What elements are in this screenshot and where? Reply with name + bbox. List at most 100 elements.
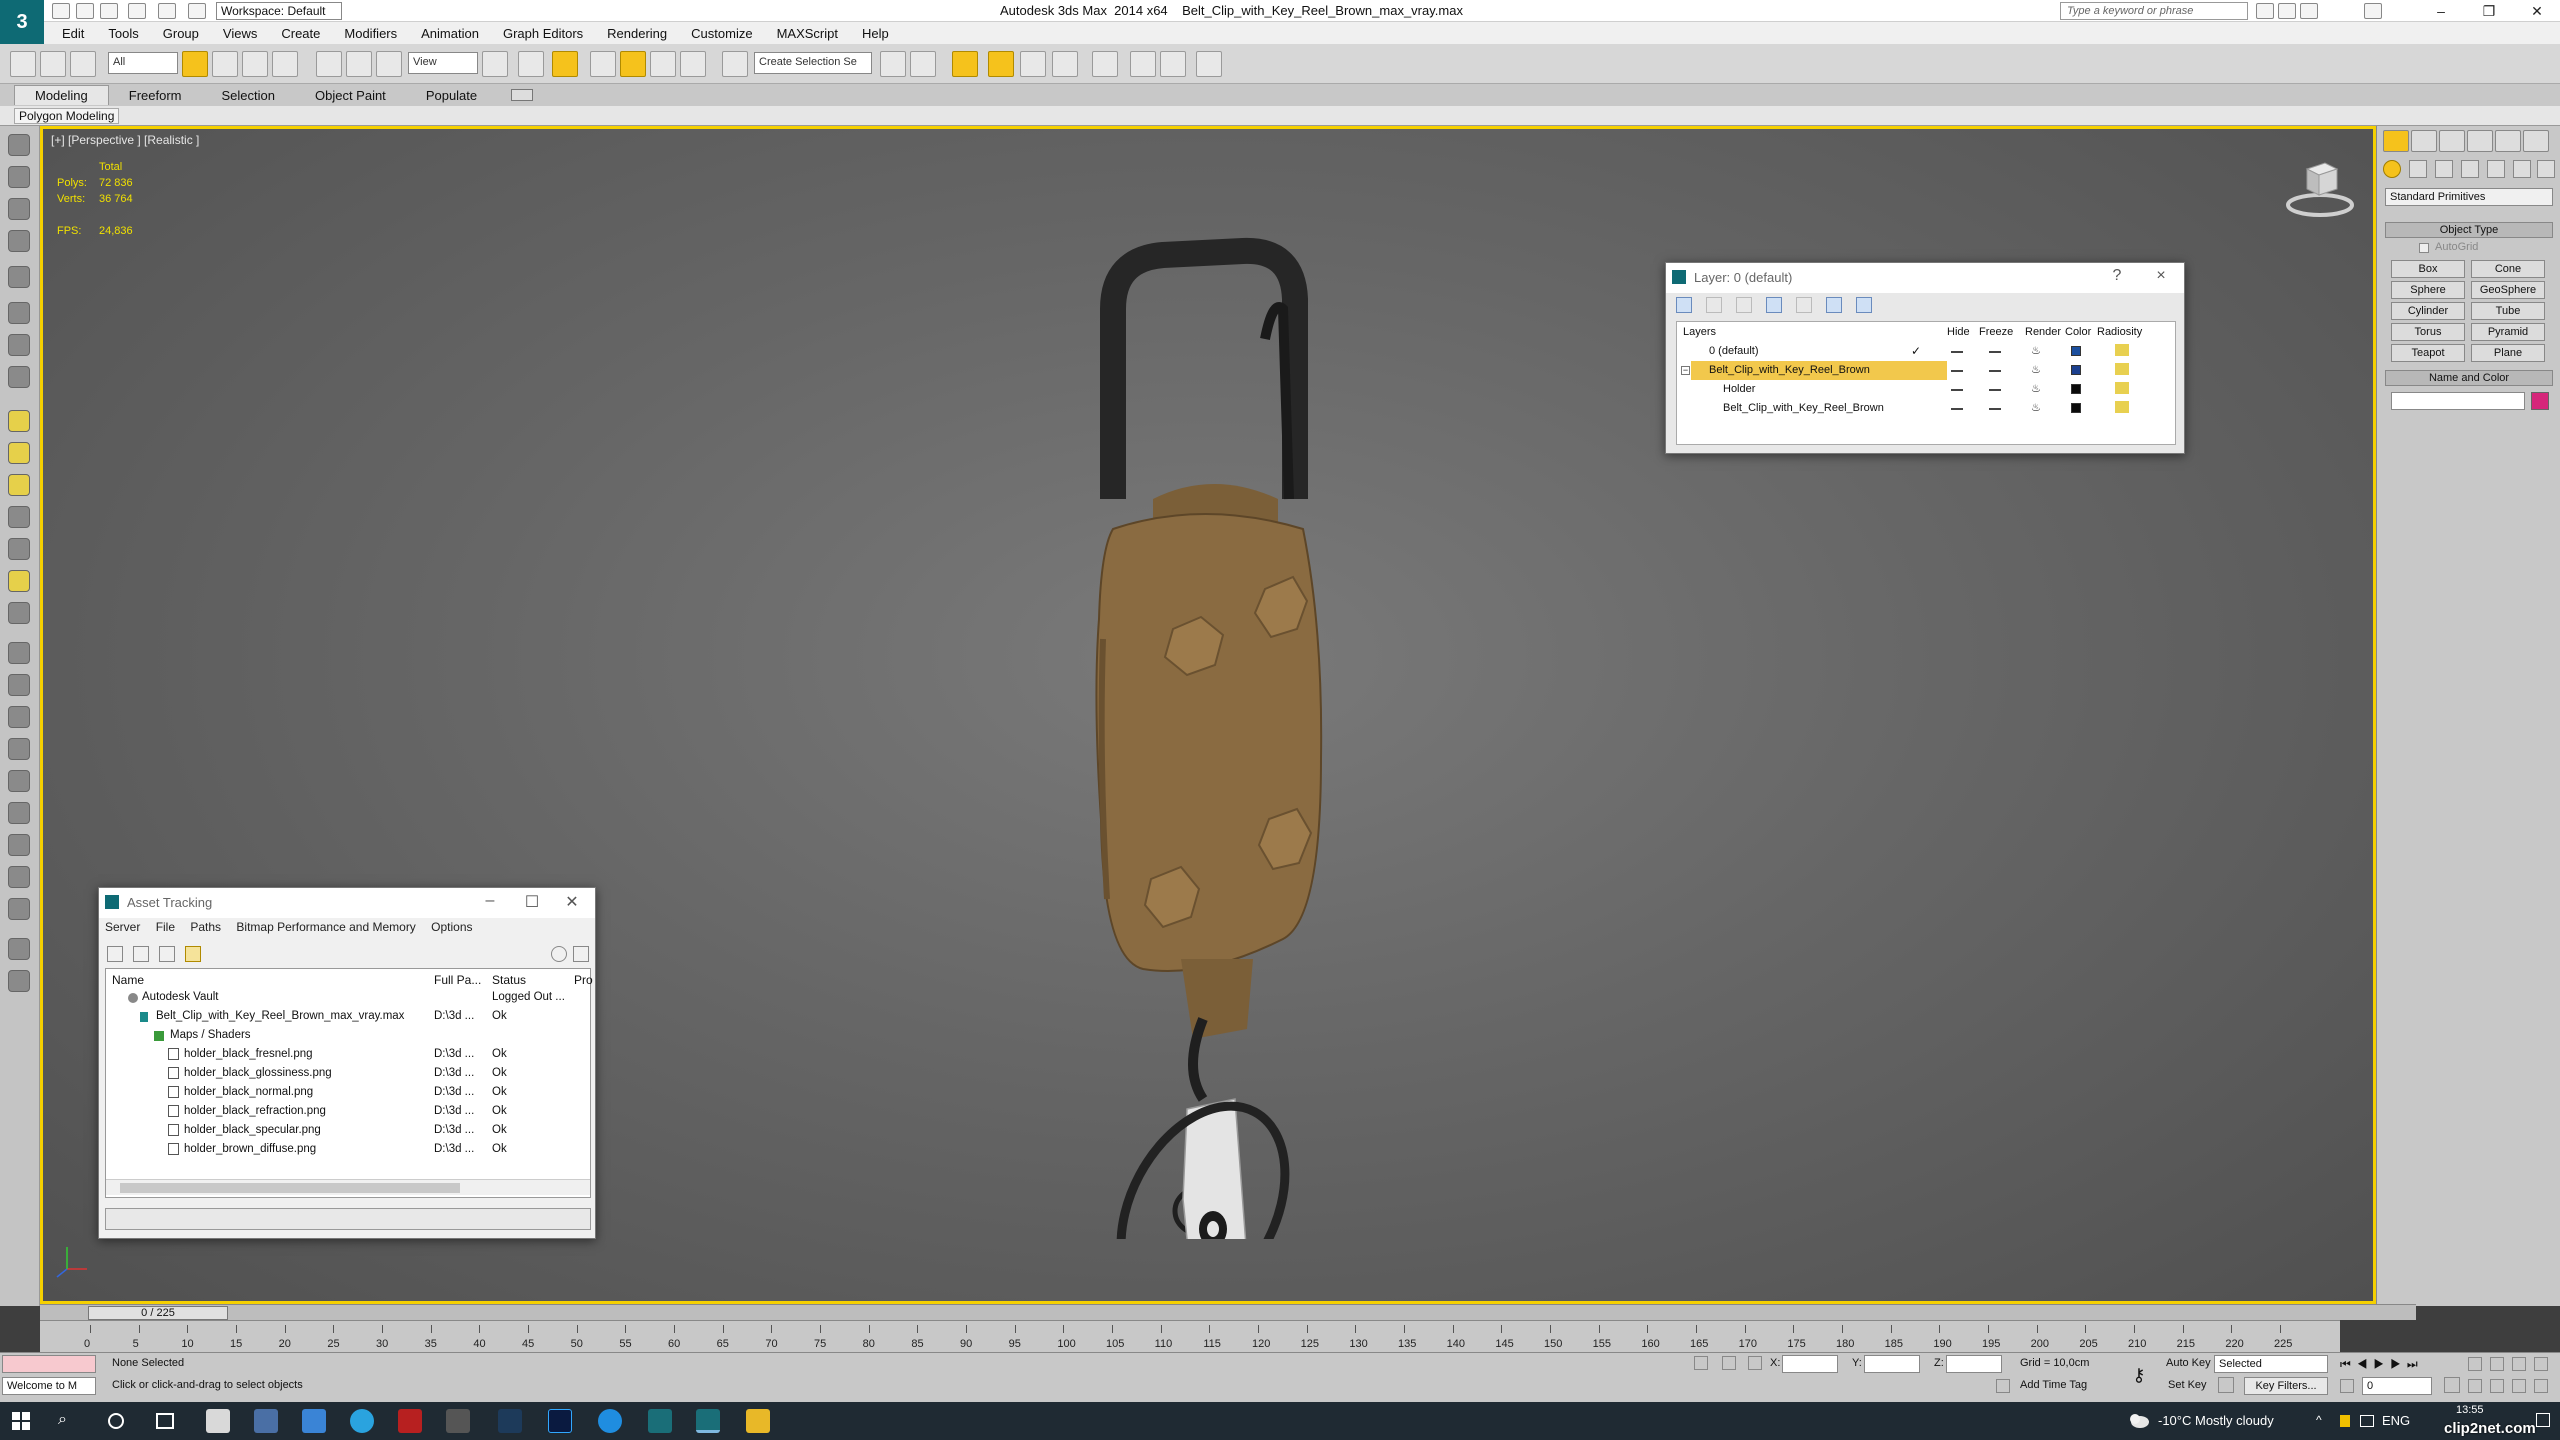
object-type-rollout[interactable]: Object Type (2385, 222, 2553, 238)
percent-snap-icon[interactable] (650, 51, 676, 77)
key-icon[interactable]: ⚷ (2124, 1365, 2154, 1385)
search-input[interactable]: Type a keyword or phrase (2060, 2, 2248, 20)
3dsmax-icon[interactable] (648, 1409, 672, 1433)
col-freeze[interactable]: Freeze (1979, 326, 2013, 338)
render-teapot-icon[interactable]: ♨ (2031, 363, 2041, 376)
sphere-primitive-icon[interactable] (8, 442, 30, 464)
geosphere-button[interactable]: GeoSphere (2471, 281, 2545, 299)
name-and-color-rollout[interactable]: Name and Color (2385, 370, 2553, 386)
file-explorer-icon[interactable] (746, 1409, 770, 1433)
layer-color-swatch[interactable] (2071, 365, 2081, 375)
z-coordinate-input[interactable] (1946, 1355, 2002, 1373)
binoculars-icon[interactable] (2256, 3, 2274, 19)
help-tips-icon[interactable] (8, 970, 30, 992)
viewcube-icon[interactable] (2285, 159, 2355, 219)
cone-primitive-icon[interactable] (8, 506, 30, 528)
communication-icon[interactable] (2278, 3, 2296, 19)
tab-freeform[interactable]: Freeform (109, 86, 202, 105)
schematic-view-icon[interactable] (1052, 51, 1078, 77)
material-editor-icon[interactable] (1092, 51, 1118, 77)
key-filters-button[interactable]: Key Filters... (2244, 1377, 2328, 1395)
ribbon-options-icon[interactable] (511, 89, 534, 101)
app-icon[interactable] (254, 1409, 278, 1433)
table-view-icon[interactable] (185, 946, 201, 962)
workspace-dropdown[interactable]: Workspace: Default (216, 2, 342, 20)
col-name[interactable]: Name (112, 973, 144, 987)
weather-text[interactable]: -10°C Mostly cloudy (2158, 1413, 2274, 1428)
asset-row[interactable]: holder_brown_diffuse.png D:\3d ... Ok (106, 1140, 590, 1159)
time-slider-thumb[interactable]: 0 / 225 (88, 1306, 228, 1320)
snaps-toggle-icon[interactable] (590, 51, 616, 77)
x-coordinate-input[interactable] (1782, 1355, 1838, 1373)
col-hide[interactable]: Hide (1947, 326, 1970, 338)
list-view-icon[interactable] (133, 946, 149, 962)
layer-explorer-icon[interactable] (8, 230, 30, 252)
camera-icon[interactable] (8, 302, 30, 324)
primitive-type-dropdown[interactable]: Standard Primitives (2385, 188, 2553, 206)
layer-row[interactable]: Belt_Clip_with_Key_Reel_Brown ♨ (1677, 399, 2175, 418)
reference-coordinate-dropdown[interactable]: View (408, 52, 478, 74)
unlink-icon[interactable] (40, 51, 66, 77)
hide-toggle[interactable] (1951, 389, 1963, 391)
notifications-icon[interactable] (2536, 1413, 2550, 1427)
object-color-swatch[interactable] (2531, 392, 2549, 410)
weather-icon[interactable] (2128, 1411, 2150, 1429)
light-lister-icon[interactable] (8, 266, 30, 288)
col-radiosity[interactable]: Radiosity (2097, 326, 2142, 338)
asset-row[interactable]: holder_black_normal.png D:\3d ... Ok (106, 1083, 590, 1102)
layer-row[interactable]: Holder ♨ (1677, 380, 2175, 399)
graphite-ribbon-icon[interactable] (988, 51, 1014, 77)
mirror-icon[interactable] (880, 51, 906, 77)
menu-modifiers[interactable]: Modifiers (332, 26, 409, 41)
edge-icon[interactable] (598, 1409, 622, 1433)
link-icon[interactable] (10, 51, 36, 77)
help-button[interactable]: ? (2102, 267, 2132, 289)
layer-manager-icon[interactable] (952, 51, 978, 77)
settings-icon[interactable] (446, 1409, 470, 1433)
search-icon[interactable]: ⌕ (58, 1411, 67, 1429)
graph-icon[interactable] (8, 866, 30, 888)
time-slider[interactable]: 0 / 225 (40, 1304, 2416, 1320)
key-mode-dropdown[interactable]: Selected (2214, 1355, 2328, 1373)
render-teapot-icon[interactable]: ♨ (2031, 401, 2041, 414)
shapes-icon[interactable] (2409, 160, 2427, 178)
orbit-icon[interactable] (8, 134, 30, 156)
cylinder-button[interactable]: Cylinder (2391, 302, 2465, 320)
maximize-icon[interactable]: ☐ (517, 892, 547, 914)
render-setup-icon[interactable] (1130, 51, 1156, 77)
maxscript-listener-pink[interactable] (2, 1355, 96, 1373)
infocenter-icons[interactable] (2256, 3, 2336, 19)
clock-time[interactable]: 13:55 (2456, 1404, 2484, 1416)
polygon-modeling-panel[interactable]: Polygon Modeling (14, 108, 120, 124)
auto-key-button[interactable]: Auto Key (2166, 1357, 2211, 1369)
thumbnail-view-icon[interactable] (159, 946, 175, 962)
tube-button[interactable]: Tube (2471, 302, 2545, 320)
time-configuration-icon[interactable] (2444, 1377, 2460, 1393)
scale-icon[interactable] (376, 51, 402, 77)
orbit-icon[interactable] (2512, 1379, 2526, 1393)
menu-customize[interactable]: Customize (679, 26, 764, 41)
utilities-tab-icon[interactable] (2523, 130, 2549, 152)
paint-icon[interactable] (302, 1409, 326, 1433)
pyramid-button[interactable]: Pyramid (2471, 323, 2545, 341)
redo-icon[interactable] (158, 3, 176, 19)
create-tab-icon[interactable] (2383, 130, 2409, 152)
hide-all-icon[interactable] (1826, 297, 1842, 313)
freeze-toggle[interactable] (1989, 351, 2001, 353)
keyboard-shortcut-override-icon[interactable] (552, 51, 578, 77)
window-crossing-icon[interactable] (272, 51, 298, 77)
restore-icon[interactable]: ❐ (2466, 0, 2512, 22)
close-button[interactable]: × (2146, 267, 2176, 289)
scrollbar-thumb[interactable] (120, 1183, 460, 1193)
close-icon[interactable]: ✕ (557, 892, 587, 914)
move-icon[interactable] (316, 51, 342, 77)
hair-icon[interactable] (8, 738, 30, 760)
menu-edit[interactable]: Edit (50, 26, 96, 41)
minimize-icon[interactable]: – (2418, 0, 2464, 22)
omni-light-icon[interactable] (8, 602, 30, 624)
delete-layer-icon[interactable] (1706, 297, 1722, 313)
freeze-all-icon[interactable] (1856, 297, 1872, 313)
box-primitive-icon[interactable] (8, 410, 30, 432)
time-tag-icon[interactable] (1996, 1379, 2010, 1393)
freeze-toggle[interactable] (1989, 370, 2001, 372)
